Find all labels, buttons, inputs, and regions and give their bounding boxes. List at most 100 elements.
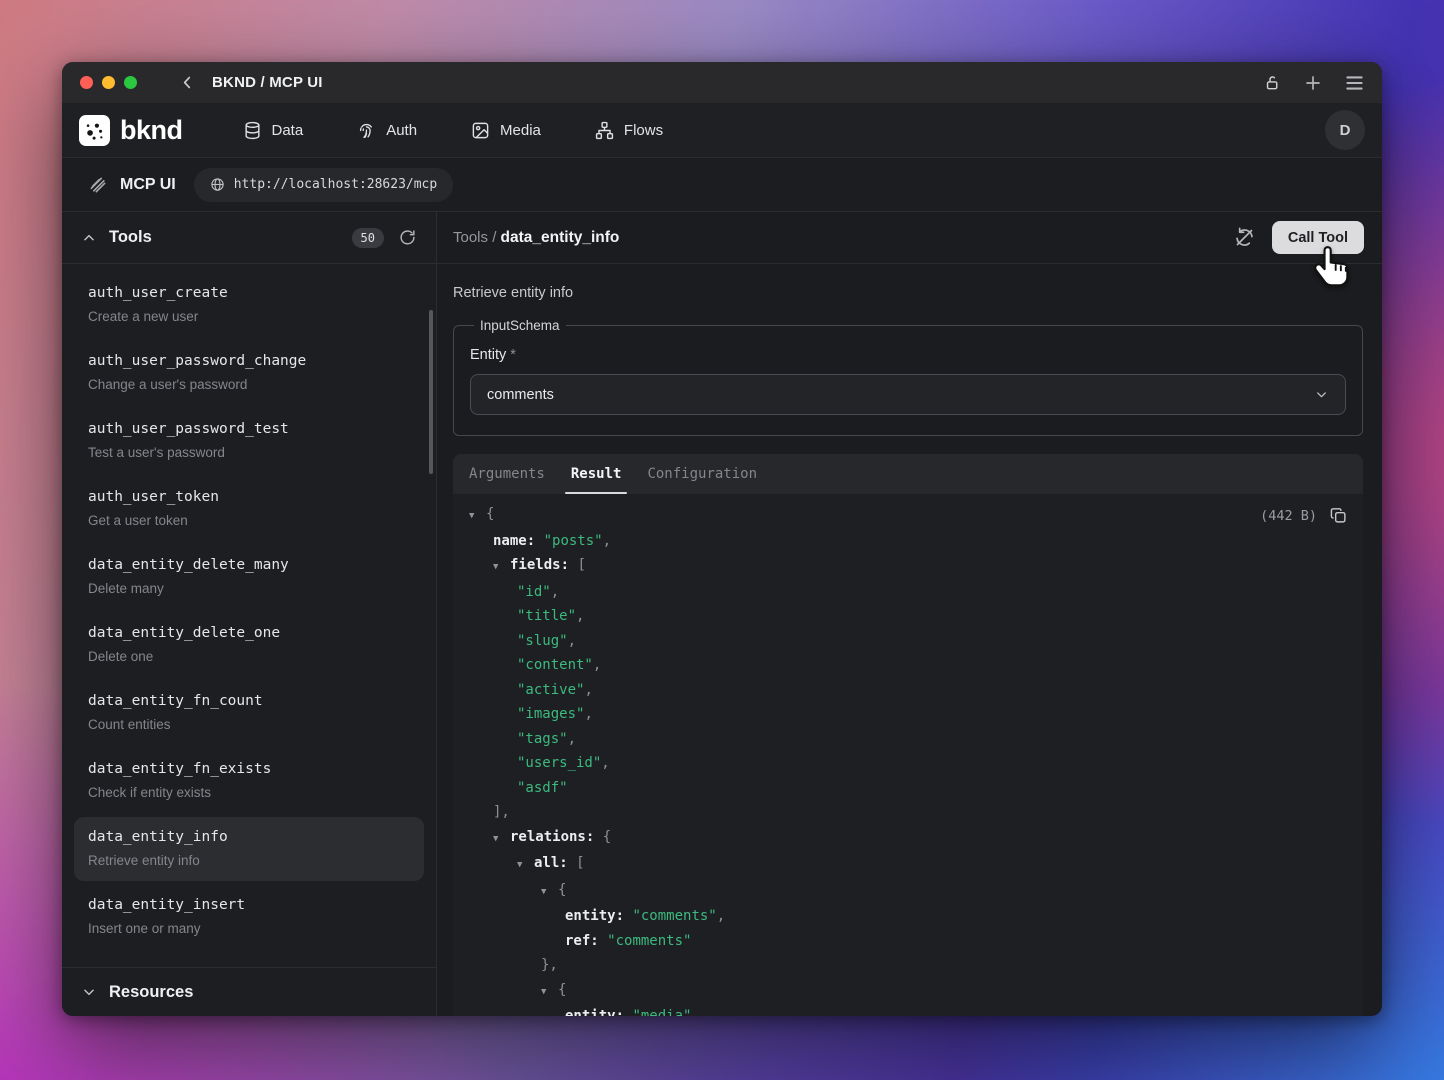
- json-punct: ,: [601, 755, 609, 771]
- json-line: "title",: [457, 604, 1347, 629]
- json-line: "active",: [457, 678, 1347, 703]
- refresh-tools-button[interactable]: [399, 229, 416, 246]
- breadcrumb-current: data_entity_info: [501, 229, 620, 246]
- json-line: "content",: [457, 653, 1347, 678]
- json-punct: ,: [584, 706, 592, 722]
- breadcrumb: Tools / data_entity_info: [453, 229, 619, 247]
- sidebar-scrollbar[interactable]: [429, 310, 433, 474]
- sidebar-tool-auth_user_password_change[interactable]: auth_user_password_changeChange a user's…: [74, 341, 424, 405]
- call-tool-button[interactable]: Call Tool: [1272, 221, 1364, 254]
- zoom-window-button[interactable]: [124, 76, 137, 89]
- tool-name: auth_user_token: [88, 488, 410, 507]
- json-string: "content": [517, 657, 593, 673]
- nav-item-data[interactable]: Data: [243, 121, 304, 140]
- tools-section-header[interactable]: Tools 50: [62, 212, 436, 264]
- input-schema-legend: InputSchema: [474, 318, 566, 333]
- avatar-initial: D: [1340, 122, 1351, 139]
- tool-description: Delete many: [88, 580, 410, 597]
- json-key: fields:: [510, 557, 569, 573]
- nav-label: Flows: [624, 122, 663, 139]
- json-punct: [599, 933, 607, 949]
- sidebar-tool-auth_user_password_test[interactable]: auth_user_password_testTest a user's pas…: [74, 409, 424, 473]
- json-string: "comments": [632, 908, 716, 924]
- tool-name: auth_user_create: [88, 284, 410, 303]
- new-tab-button[interactable]: [1304, 74, 1322, 92]
- json-key: entity:: [565, 908, 624, 924]
- entity-select-value: comments: [487, 387, 554, 403]
- app-window: BKND / MCP UI bknd: [62, 62, 1382, 1016]
- json-line: "images",: [457, 702, 1347, 727]
- tool-name: data_entity_delete_many: [88, 556, 410, 575]
- collapse-arrow-icon[interactable]: ▼: [541, 880, 558, 905]
- json-key: ref:: [565, 933, 599, 949]
- tool-description: Change a user's password: [88, 376, 410, 393]
- collapse-arrow-icon[interactable]: ▼: [493, 827, 510, 852]
- json-punct: ,: [593, 657, 601, 673]
- tool-description: Delete one: [88, 648, 410, 665]
- json-key: entity:: [565, 1008, 624, 1016]
- json-line: },: [457, 953, 1347, 978]
- entity-select[interactable]: comments: [470, 374, 1346, 415]
- resources-section-header[interactable]: Resources: [62, 967, 436, 1016]
- back-button[interactable]: [179, 74, 196, 91]
- collapse-arrow-icon[interactable]: ▼: [469, 504, 486, 529]
- input-schema-fieldset: InputSchema Entity * comments: [453, 318, 1363, 436]
- result-size-badge: (442 B): [1260, 508, 1317, 524]
- sidebar-tool-data_entity_insert[interactable]: data_entity_insertInsert one or many: [74, 885, 424, 949]
- image-icon: [471, 121, 490, 140]
- sidebar-tool-data_entity_delete_one[interactable]: data_entity_delete_oneDelete one: [74, 613, 424, 677]
- json-string: "slug": [517, 633, 568, 649]
- sidebar-tool-data_entity_fn_count[interactable]: data_entity_fn_countCount entities: [74, 681, 424, 745]
- sidebar-tool-auth_user_create[interactable]: auth_user_createCreate a new user: [74, 273, 424, 337]
- main-panel: Tools / data_entity_info Call Tool Retri…: [437, 212, 1382, 1016]
- json-line: name: "posts",: [457, 529, 1347, 554]
- chevron-up-icon: [82, 231, 96, 245]
- collapse-arrow-icon[interactable]: ▼: [493, 555, 510, 580]
- json-tree: ▼{name: "posts",▼fields: ["id","title","…: [457, 502, 1347, 1016]
- auto-refresh-off-button[interactable]: [1234, 227, 1255, 248]
- tool-name: data_entity_info: [88, 828, 410, 847]
- sidebar-tool-data_entity_info[interactable]: data_entity_infoRetrieve entity info: [74, 817, 424, 881]
- json-punct: ,: [551, 584, 559, 600]
- tools-section-title: Tools: [109, 228, 152, 247]
- nav-item-media[interactable]: Media: [471, 121, 541, 140]
- collapse-arrow-icon[interactable]: ▼: [541, 980, 558, 1005]
- json-punct: ],: [493, 804, 510, 820]
- collapse-arrow-icon[interactable]: ▼: [517, 853, 534, 878]
- user-avatar[interactable]: D: [1325, 110, 1365, 150]
- brand-name: bknd: [120, 115, 183, 146]
- nav-item-flows[interactable]: Flows: [595, 121, 663, 140]
- fingerprint-icon: [357, 121, 376, 140]
- browser-menu-button[interactable]: [1345, 75, 1364, 91]
- json-punct: ,: [584, 682, 592, 698]
- minimize-window-button[interactable]: [102, 76, 115, 89]
- json-line: ▼relations: {: [457, 825, 1347, 852]
- lock-open-icon[interactable]: [1264, 74, 1281, 92]
- json-line: "slug",: [457, 629, 1347, 654]
- tab-configuration[interactable]: Configuration: [647, 454, 757, 494]
- tool-description: Test a user's password: [88, 444, 410, 461]
- breadcrumb-section[interactable]: Tools: [453, 229, 488, 246]
- refresh-off-icon: [1234, 227, 1255, 248]
- mcp-url-pill[interactable]: http://localhost:28623/mcp: [194, 168, 454, 202]
- json-line: entity: "media",: [457, 1004, 1347, 1016]
- tab-arguments[interactable]: Arguments: [469, 454, 545, 494]
- nav-label: Media: [500, 122, 541, 139]
- json-line: "tags",: [457, 727, 1347, 752]
- json-line: ▼fields: [: [457, 553, 1347, 580]
- close-window-button[interactable]: [80, 76, 93, 89]
- tool-description: Count entities: [88, 716, 410, 733]
- result-viewer: (442 B) ▼{name: "posts",▼fields: ["id","…: [453, 494, 1363, 1016]
- tab-result[interactable]: Result: [571, 454, 622, 494]
- json-line: "users_id",: [457, 751, 1347, 776]
- json-punct: },: [541, 957, 558, 973]
- sidebar-tool-auth_user_token[interactable]: auth_user_tokenGet a user token: [74, 477, 424, 541]
- sidebar-tool-data_entity_delete_many[interactable]: data_entity_delete_many Delete many: [74, 545, 424, 609]
- tab-strip: Arguments Result Configuration: [453, 454, 1363, 494]
- nav-item-auth[interactable]: Auth: [357, 121, 417, 140]
- brand-logo[interactable]: bknd: [79, 115, 183, 146]
- json-key: name:: [493, 533, 535, 549]
- bknd-logo-icon: [79, 115, 110, 146]
- sidebar-tool-data_entity_fn_exists[interactable]: data_entity_fn_existsCheck if entity exi…: [74, 749, 424, 813]
- copy-result-button[interactable]: [1330, 507, 1347, 524]
